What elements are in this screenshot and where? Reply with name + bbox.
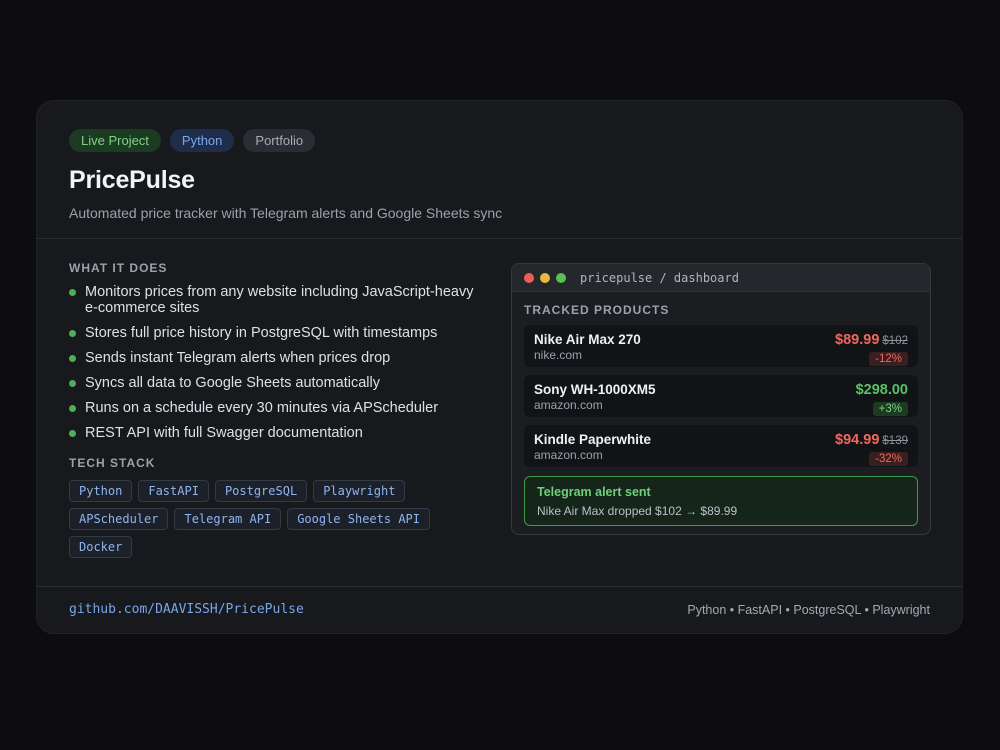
minimize-window-icon[interactable] bbox=[540, 272, 550, 283]
stack-summary: Python • FastAPI • PostgreSQL • Playwrig… bbox=[687, 603, 930, 617]
language-badge: Python bbox=[169, 129, 235, 152]
product-price-block: $298.00 +3% bbox=[856, 381, 908, 417]
feature-list: Monitors prices from any website includi… bbox=[69, 284, 489, 441]
tech-tag: Python bbox=[69, 480, 133, 502]
product-row[interactable]: Sony WH-1000XM5 amazon.com $298.00 +3% bbox=[524, 375, 918, 417]
tracked-products-heading: TRACKED PRODUCTS bbox=[524, 303, 670, 317]
bullet-dot-icon bbox=[69, 355, 76, 362]
feature-item: Monitors prices from any website includi… bbox=[69, 284, 489, 316]
bullet-dot-icon bbox=[69, 380, 76, 387]
bullet-dot-icon bbox=[69, 289, 76, 296]
badge-row: Live Project Python Portfolio bbox=[69, 129, 930, 152]
bullet-dot-icon bbox=[69, 330, 76, 337]
alert-title: Telegram alert sent bbox=[537, 485, 651, 499]
tech-tag: Docker bbox=[69, 536, 133, 558]
feature-text: Syncs all data to Google Sheets automati… bbox=[85, 375, 380, 391]
bullet-dot-icon bbox=[69, 430, 76, 437]
maximize-window-icon[interactable] bbox=[556, 272, 566, 283]
product-price: $94.99 bbox=[835, 432, 880, 448]
tech-tag: Telegram API bbox=[174, 508, 282, 530]
feature-item: Sends instant Telegram alerts when price… bbox=[69, 350, 489, 366]
card-footer: github.com/DAAVISSH/PricePulse Python • … bbox=[37, 587, 962, 635]
price-change-badge: -12% bbox=[869, 352, 908, 366]
feature-item: REST API with full Swagger documentation bbox=[69, 425, 489, 441]
dashboard-window: pricepulse / dashboard TRACKED PRODUCTS … bbox=[511, 263, 931, 535]
product-price: $298.00 bbox=[855, 382, 908, 398]
product-price: $89.99 bbox=[835, 332, 880, 348]
dashboard-content: TRACKED PRODUCTS Nike Air Max 270 nike.c… bbox=[512, 292, 930, 526]
page-title: PricePulse bbox=[69, 166, 195, 194]
feature-item: Runs on a schedule every 30 minutes via … bbox=[69, 400, 489, 416]
product-price-block: $94.99 $139 -32% bbox=[835, 431, 908, 467]
product-price-block: $89.99 $102 -12% bbox=[835, 331, 908, 367]
description-column: WHAT IT DOES Monitors prices from any we… bbox=[69, 261, 489, 558]
card-header: Live Project Python Portfolio PricePulse… bbox=[37, 101, 962, 239]
product-site: amazon.com bbox=[534, 398, 603, 412]
feature-item: Stores full price history in PostgreSQL … bbox=[69, 325, 489, 341]
tech-stack-heading: TECH STACK bbox=[69, 456, 156, 470]
status-badge-live: Live Project bbox=[69, 129, 161, 152]
feature-text: Sends instant Telegram alerts when price… bbox=[85, 350, 391, 366]
tech-tag: APScheduler bbox=[69, 508, 169, 530]
price-change-badge: -32% bbox=[869, 452, 908, 466]
tech-tag: Playwright bbox=[313, 480, 406, 502]
product-old-price: $139 bbox=[882, 435, 908, 447]
product-row[interactable]: Nike Air Max 270 nike.com $89.99 $102 -12… bbox=[524, 325, 918, 367]
telegram-alert-notice: Telegram alert sent Nike Air Max dropped… bbox=[524, 476, 918, 526]
category-badge: Portfolio bbox=[243, 129, 316, 152]
what-it-does-heading: WHAT IT DOES bbox=[69, 261, 168, 275]
tech-tag: Google Sheets API bbox=[287, 508, 431, 530]
tech-tag-list: Python FastAPI PostgreSQL Playwright APS… bbox=[69, 480, 489, 558]
feature-text: Monitors prices from any website includi… bbox=[85, 284, 474, 316]
bullet-dot-icon bbox=[69, 405, 76, 412]
product-name: Sony WH-1000XM5 bbox=[534, 382, 656, 397]
tech-tag: PostgreSQL bbox=[214, 480, 308, 502]
github-repo-link[interactable]: github.com/DAAVISSH/PricePulse bbox=[69, 602, 304, 617]
feature-text: Runs on a schedule every 30 minutes via … bbox=[85, 400, 439, 416]
card-body: WHAT IT DOES Monitors prices from any we… bbox=[37, 239, 962, 587]
feature-item: Syncs all data to Google Sheets automati… bbox=[69, 375, 489, 391]
price-change-badge: +3% bbox=[872, 402, 908, 416]
project-card: Live Project Python Portfolio PricePulse… bbox=[36, 100, 963, 634]
feature-text: Stores full price history in PostgreSQL … bbox=[85, 325, 438, 341]
product-old-price: $102 bbox=[882, 335, 908, 347]
tech-tag: FastAPI bbox=[138, 480, 209, 502]
window-title: pricepulse / dashboard bbox=[580, 270, 739, 285]
window-titlebar: pricepulse / dashboard bbox=[512, 264, 930, 292]
product-row[interactable]: Kindle Paperwhite amazon.com $94.99 $139 … bbox=[524, 425, 918, 467]
alert-message: Nike Air Max dropped $102 → $89.99 bbox=[537, 504, 738, 518]
feature-text: REST API with full Swagger documentation bbox=[85, 425, 363, 441]
close-window-icon[interactable] bbox=[524, 272, 534, 283]
page-subtitle: Automated price tracker with Telegram al… bbox=[69, 205, 503, 221]
